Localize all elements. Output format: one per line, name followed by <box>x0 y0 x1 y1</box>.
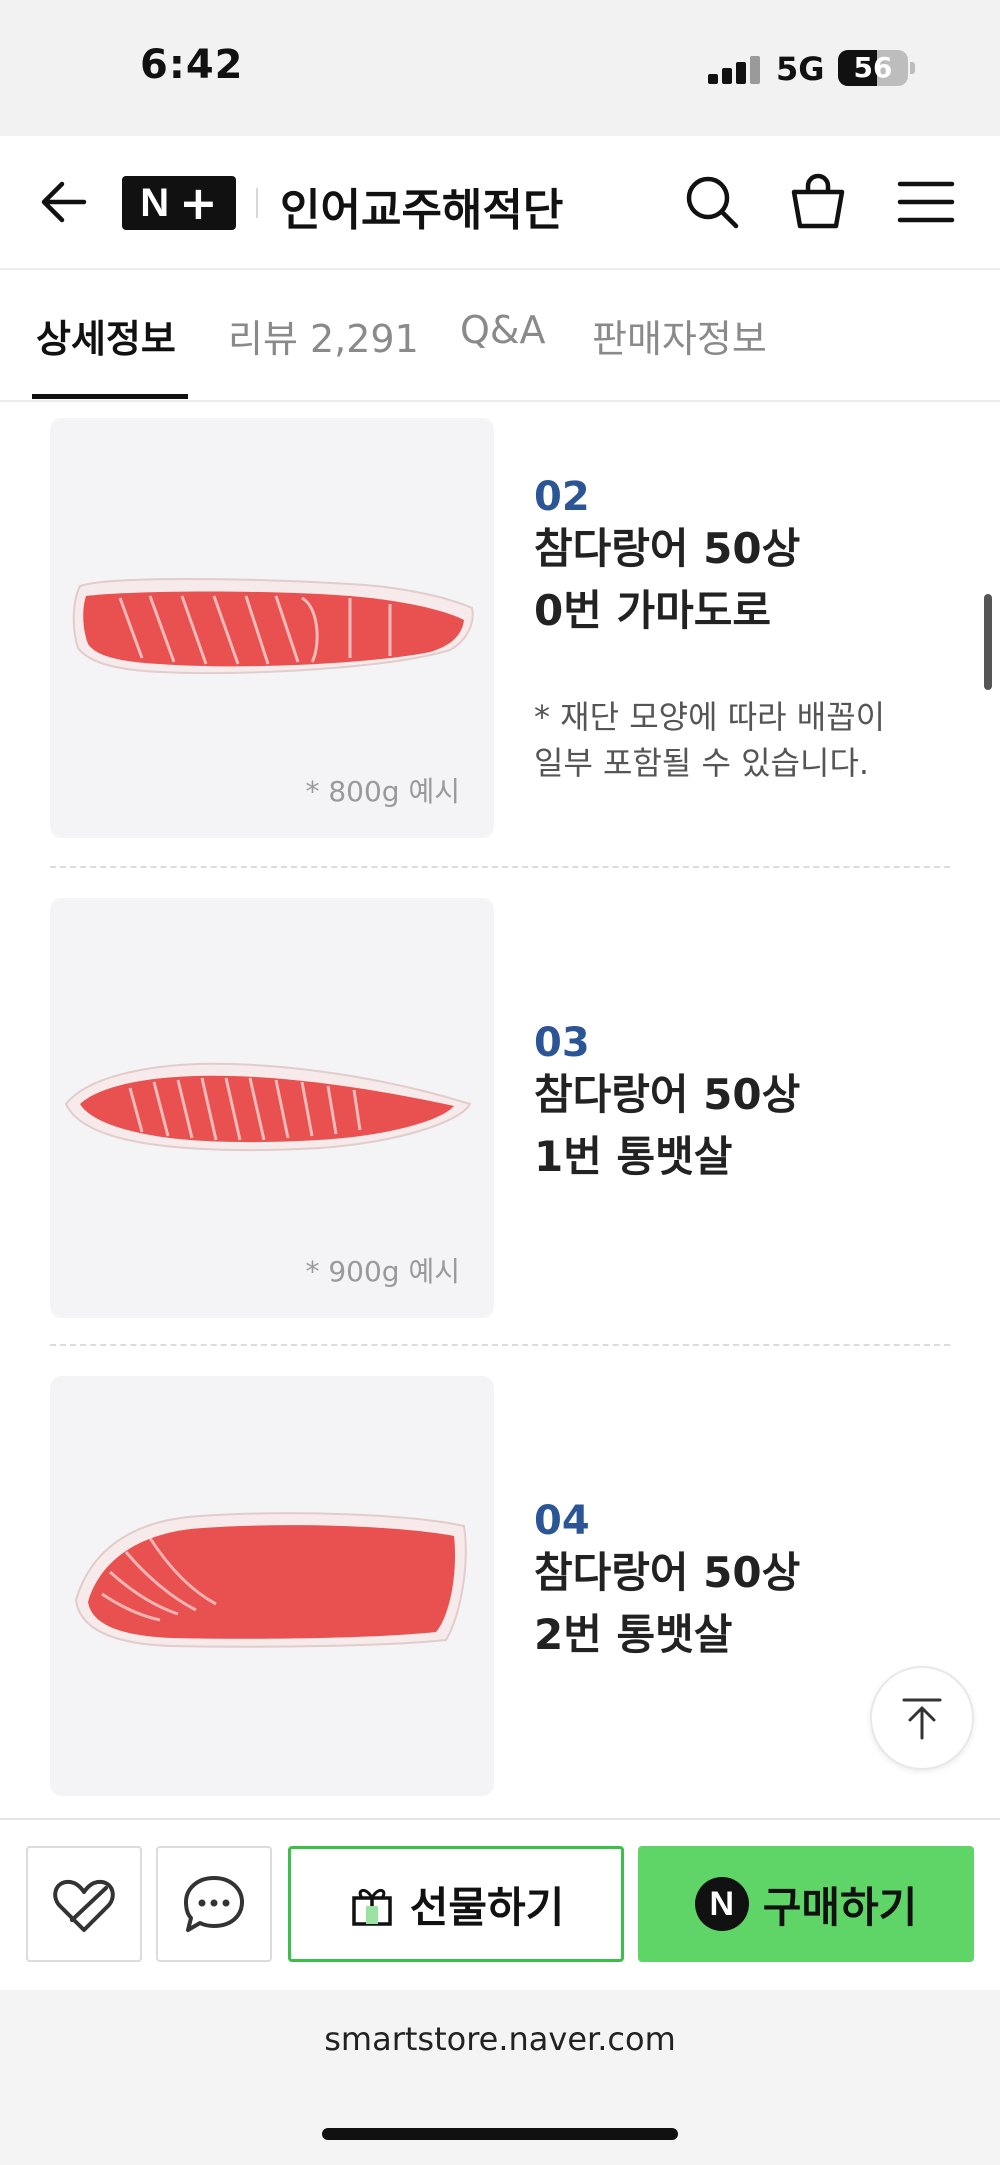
item-divider <box>50 1344 950 1346</box>
back-button[interactable] <box>36 172 96 232</box>
scroll-to-top-button[interactable] <box>870 1666 974 1770</box>
item-number: 04 <box>534 1498 590 1544</box>
battery-icon: 56 <box>838 50 908 86</box>
cut-item: * 900g 예시 03 참다랑어 50상 1번 통뱃살 <box>0 898 1000 1318</box>
product-detail-content[interactable]: * 800g 예시 02 참다랑어 50상 0번 가마도로 * 재단 모양에 따… <box>0 404 1000 1818</box>
hamburger-menu-icon <box>897 181 955 223</box>
logo-letter: N <box>140 180 170 225</box>
search-button[interactable] <box>680 170 744 234</box>
item-number: 03 <box>534 1020 590 1066</box>
tuna-cut-image <box>74 1512 467 1648</box>
header-divider <box>256 188 258 218</box>
item-name-line2: 0번 가마도로 <box>534 586 772 635</box>
item-note-line2: 일부 포함될 수 있습니다. <box>534 744 870 782</box>
naver-plus-logo[interactable]: N + <box>122 176 236 230</box>
menu-button[interactable] <box>894 170 958 234</box>
tab-reviews[interactable]: 리뷰 2,291 <box>228 308 419 363</box>
store-header: N + 인어교주해적단 <box>0 136 1000 270</box>
cut-item: * 800g 예시 02 참다랑어 50상 0번 가마도로 * 재단 모양에 따… <box>0 418 1000 838</box>
gift-icon <box>351 1889 392 1926</box>
item-divider <box>50 866 950 868</box>
chat-bubble-icon <box>184 1876 244 1932</box>
image-caption: * 800g 예시 <box>305 775 460 808</box>
item-name-line1: 참다랑어 50상 <box>534 524 801 573</box>
browser-url-bar[interactable]: smartstore.naver.com <box>0 1990 1000 2165</box>
search-icon <box>686 176 739 229</box>
home-indicator[interactable] <box>322 2128 678 2140</box>
url-text[interactable]: smartstore.naver.com <box>0 2020 1000 2058</box>
item-number: 02 <box>534 474 590 520</box>
battery-level: 56 <box>853 51 893 84</box>
tab-qna[interactable]: Q&A <box>460 308 546 352</box>
naverpay-logo-icon: N <box>694 1877 749 1931</box>
item-name-line2: 1번 통뱃살 <box>534 1132 733 1181</box>
cellular-signal-icon <box>708 56 764 84</box>
cut-image: * 800g 예시 <box>50 418 494 838</box>
buy-label: 구매하기 <box>762 1882 918 1932</box>
cut-image: * 900g 예시 <box>50 898 494 1318</box>
battery-tip <box>910 62 915 74</box>
tab-seller-info[interactable]: 판매자정보 <box>592 308 767 363</box>
tab-detail[interactable]: 상세정보 <box>36 308 176 363</box>
item-name-line2: 2번 통뱃살 <box>534 1610 733 1659</box>
network-type: 5G <box>776 50 825 88</box>
product-tabs: 상세정보 리뷰 2,291 Q&A 판매자정보 <box>0 270 1000 402</box>
heart-icon <box>53 1879 115 1932</box>
scrollbar-thumb[interactable] <box>984 594 992 690</box>
item-note-line1: * 재단 모양에 따라 배꼽이 <box>534 698 886 736</box>
store-name[interactable]: 인어교주해적단 <box>280 174 563 238</box>
wishlist-button[interactable] <box>26 1846 142 1962</box>
chat-button[interactable] <box>156 1846 272 1962</box>
item-name-line1: 참다랑어 50상 <box>534 1070 801 1119</box>
buy-button[interactable]: N 구매하기 <box>638 1846 974 1962</box>
status-time: 6:42 <box>140 42 244 88</box>
active-tab-indicator <box>32 394 188 399</box>
gift-label: 선물하기 <box>409 1882 565 1932</box>
cut-item: 04 참다랑어 50상 2번 통뱃살 <box>0 1376 1000 1796</box>
gift-button[interactable]: 선물하기 <box>288 1846 624 1962</box>
status-bar: 6:42 5G 56 <box>0 0 1000 136</box>
arrow-up-icon <box>902 1698 942 1740</box>
shopping-bag-icon <box>791 173 845 229</box>
cut-image <box>50 1376 494 1796</box>
image-caption: * 900g 예시 <box>305 1255 460 1288</box>
cart-button[interactable] <box>786 170 850 234</box>
item-name-line1: 참다랑어 50상 <box>534 1548 801 1597</box>
arrow-left-icon <box>41 181 87 223</box>
logo-plus: + <box>179 176 218 230</box>
bottom-action-bar: 선물하기 N 구매하기 <box>0 1818 1000 1990</box>
